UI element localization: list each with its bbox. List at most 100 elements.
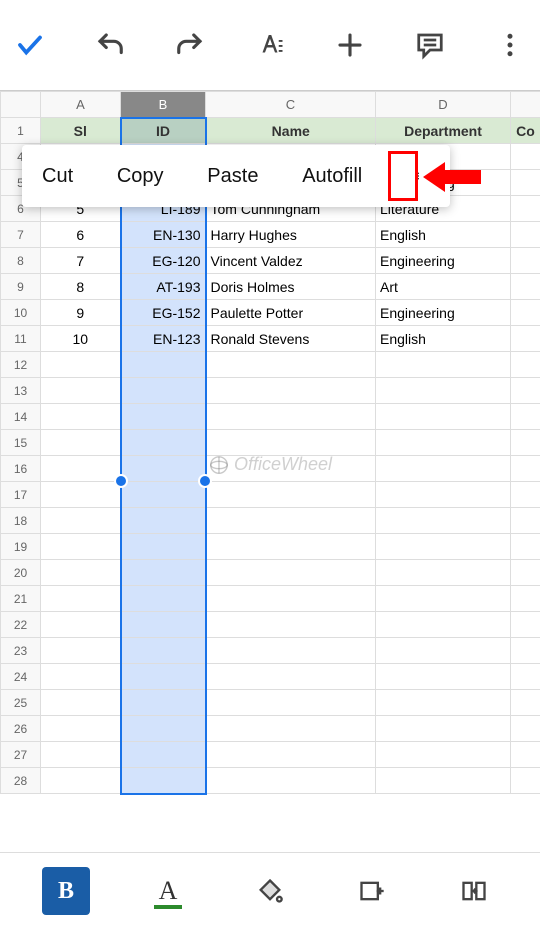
cell[interactable] [511,326,540,352]
cell[interactable] [376,586,511,612]
cell[interactable] [121,404,206,430]
cell[interactable] [121,768,206,794]
cell[interactable] [376,690,511,716]
cell[interactable] [206,716,376,742]
col-header-B[interactable]: B [121,92,206,118]
confirm-button[interactable] [10,25,50,65]
cell[interactable] [206,534,376,560]
cell[interactable]: Doris Holmes [206,274,376,300]
cell[interactable] [41,560,121,586]
copy-button[interactable]: Copy [117,165,164,188]
row-header[interactable]: 11 [1,326,41,352]
cell[interactable] [511,404,540,430]
row-header[interactable]: 13 [1,378,41,404]
col-header-C[interactable]: C [206,92,376,118]
row-header[interactable]: 26 [1,716,41,742]
cell[interactable] [121,482,206,508]
cell[interactable] [121,534,206,560]
row-header[interactable]: 25 [1,690,41,716]
font-format-button[interactable] [250,25,290,65]
cell[interactable] [206,560,376,586]
cell[interactable] [511,144,540,170]
cell[interactable] [206,482,376,508]
cell[interactable] [511,768,540,794]
cell[interactable]: EN-130 [121,222,206,248]
cell[interactable]: Harry Hughes [206,222,376,248]
cell[interactable] [511,378,540,404]
cell[interactable] [121,378,206,404]
cell[interactable] [41,742,121,768]
cell[interactable] [376,378,511,404]
cell[interactable] [41,768,121,794]
cell[interactable]: 6 [41,222,121,248]
cell[interactable] [41,664,121,690]
cell[interactable] [41,378,121,404]
row-header[interactable]: 20 [1,560,41,586]
cell[interactable] [206,430,376,456]
cell[interactable] [511,482,540,508]
cell[interactable] [511,716,540,742]
cell[interactable] [511,560,540,586]
row-header[interactable]: 9 [1,274,41,300]
row-header[interactable]: 15 [1,430,41,456]
text-color-button[interactable]: A [144,867,192,915]
cell[interactable] [511,508,540,534]
cell[interactable]: Name [206,118,376,144]
cell[interactable]: EG-120 [121,248,206,274]
cell[interactable] [376,612,511,638]
col-header-D[interactable]: D [376,92,511,118]
cut-button[interactable]: Cut [42,165,73,188]
bold-button[interactable]: B [42,867,90,915]
row-header[interactable]: 19 [1,534,41,560]
cell[interactable] [121,430,206,456]
cell[interactable] [376,534,511,560]
cell[interactable]: Vincent Valdez [206,248,376,274]
row-header[interactable]: 16 [1,456,41,482]
cell[interactable] [206,742,376,768]
cell[interactable] [206,638,376,664]
merge-cells-button[interactable] [450,867,498,915]
cell[interactable] [121,690,206,716]
cell[interactable] [511,430,540,456]
cell[interactable] [41,638,121,664]
cell[interactable] [376,352,511,378]
cell[interactable] [206,508,376,534]
cell[interactable] [206,768,376,794]
fill-color-button[interactable] [246,867,294,915]
cell[interactable] [511,690,540,716]
cell[interactable] [511,300,540,326]
cell[interactable] [41,352,121,378]
cell[interactable] [376,638,511,664]
cell[interactable] [511,456,540,482]
cell[interactable] [511,638,540,664]
cell[interactable]: EG-152 [121,300,206,326]
cell[interactable]: Sl [41,118,121,144]
cell[interactable] [41,612,121,638]
cell[interactable] [121,456,206,482]
cell[interactable] [206,378,376,404]
cell[interactable]: Paulette Potter [206,300,376,326]
cell[interactable] [206,612,376,638]
cell[interactable] [121,716,206,742]
cell[interactable]: EN-123 [121,326,206,352]
cell[interactable] [121,638,206,664]
cell[interactable] [511,586,540,612]
cell[interactable] [206,690,376,716]
cell[interactable]: 10 [41,326,121,352]
cell[interactable]: Engineering [376,300,511,326]
cell[interactable]: Co [511,118,540,144]
cell[interactable] [206,404,376,430]
cell[interactable] [511,742,540,768]
cell[interactable] [511,612,540,638]
cell[interactable] [376,716,511,742]
cell[interactable]: Engineering [376,248,511,274]
row-header[interactable]: 22 [1,612,41,638]
row-header[interactable]: 18 [1,508,41,534]
cell[interactable] [121,742,206,768]
cell[interactable] [121,352,206,378]
cell[interactable] [376,430,511,456]
row-header[interactable]: 10 [1,300,41,326]
cell[interactable] [511,664,540,690]
cell[interactable] [41,430,121,456]
cell[interactable] [121,508,206,534]
